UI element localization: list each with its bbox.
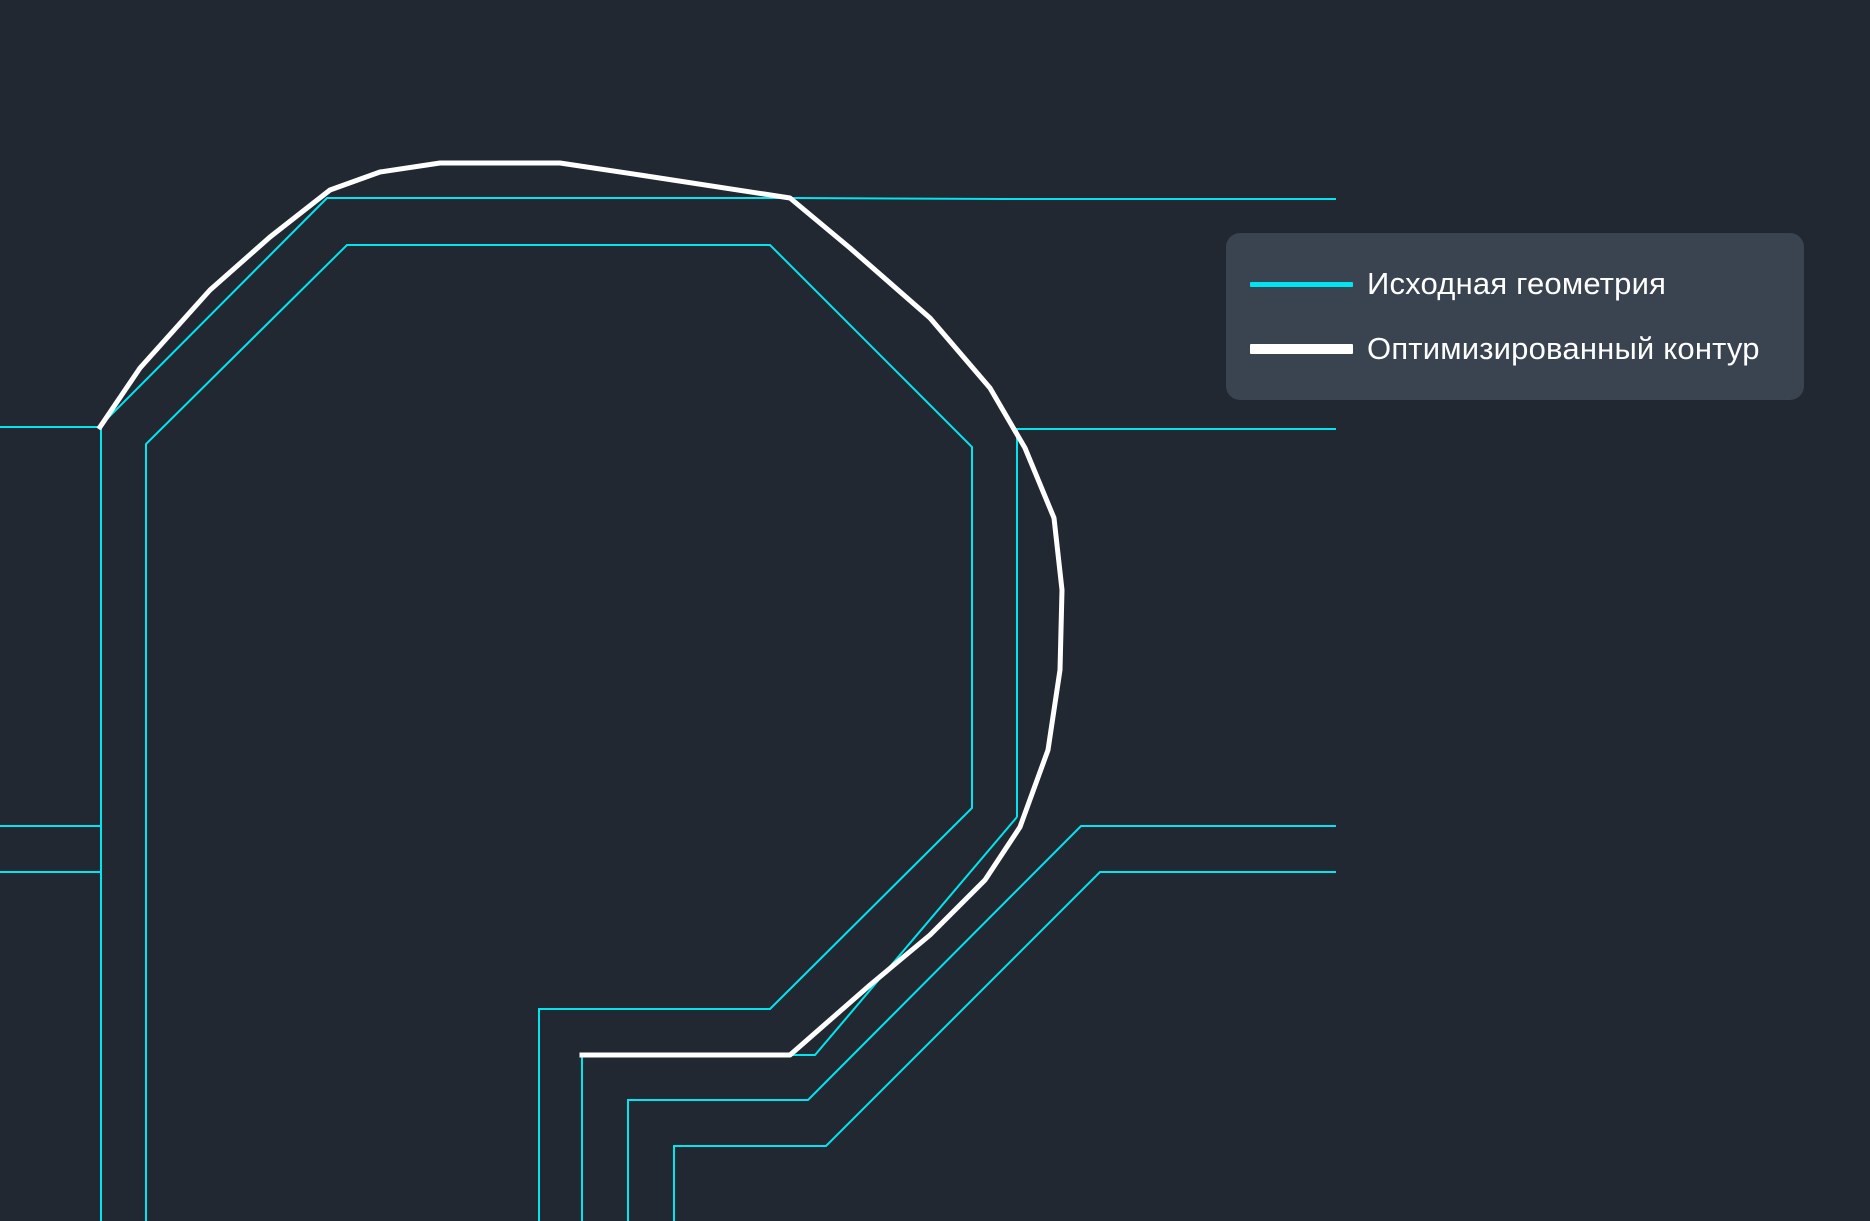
diagram-canvas	[0, 160, 1336, 1221]
legend-item-source-geometry: Исходная геометрия	[1250, 264, 1666, 304]
source-track-top-outer	[0, 197, 1336, 428]
source-track-inner-octagon	[145, 244, 973, 1221]
optimized-contour	[96, 160, 1065, 1058]
legend-item-optimized-contour: Оптимизированный контур	[1250, 329, 1760, 369]
legend	[1226, 233, 1804, 400]
legend-swatch-thick-line	[1250, 344, 1353, 354]
source-track-right-mid	[1016, 428, 1336, 817]
source-geometry-group	[0, 197, 1336, 1221]
legend-label-optimized-contour: Оптимизированный контур	[1367, 331, 1760, 366]
legend-label-source-geometry: Исходная геометрия	[1367, 266, 1667, 301]
legend-swatch-thin-line	[1250, 281, 1353, 287]
source-track-right-branch-b	[673, 871, 1336, 1221]
